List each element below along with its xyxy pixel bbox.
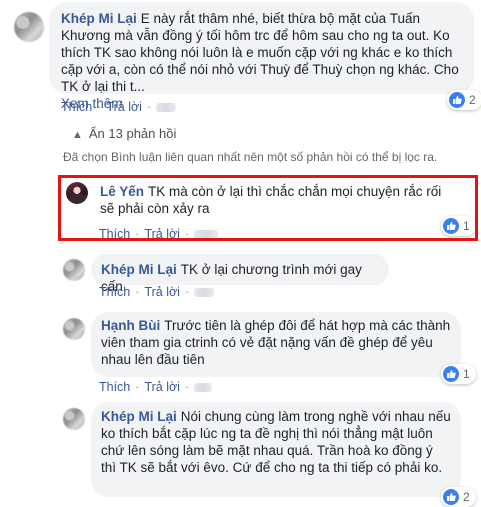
comment-author[interactable]: Khép Mi Lại [101,409,177,424]
like-button[interactable]: Thích [99,380,130,394]
timestamp[interactable] [194,383,213,393]
thumbs-up-icon [443,218,459,234]
thumbs-up-icon [449,92,465,108]
reaction-count[interactable]: 1 [441,364,476,384]
avatar[interactable] [66,182,88,204]
comment-actions: Thích · Trả lời · [61,100,177,114]
reaction-count[interactable]: 2 [447,90,481,110]
reaction-count[interactable]: 2 [441,487,476,507]
chevron-up-icon: ▲ [72,129,83,141]
reaction-count[interactable]: 1 [441,216,476,236]
comment-bubble: Hạnh Bùi Trước tiên là ghép đôi để hát hợ… [91,312,461,377]
avatar[interactable] [63,408,85,430]
hide-replies-label: Ẩn 13 phản hồi [88,126,177,141]
comment-bubble: Lê Yến TK mà còn ở lại thì chắc chắn mọi … [92,180,467,220]
like-button[interactable]: Thích [61,100,92,114]
timestamp[interactable] [156,103,177,113]
reaction-number: 2 [469,93,476,107]
avatar[interactable] [14,12,44,42]
thumbs-up-icon [443,366,459,382]
avatar[interactable] [63,259,85,281]
comment-actions: Thích · Trả lời · [99,285,215,299]
like-button[interactable]: Thích [99,285,130,299]
comment-actions: Thích · Trả lời · [99,227,219,241]
reply-button[interactable]: Trả lời [106,100,142,114]
timestamp[interactable] [194,230,219,240]
hide-replies-button[interactable]: ▲ Ẩn 13 phản hồi [72,126,176,141]
reaction-number: 1 [463,367,470,381]
comment-author[interactable]: Lê Yến [100,184,144,199]
reaction-number: 2 [463,490,470,504]
reply-button[interactable]: Trả lời [144,227,180,241]
comment-author[interactable]: Khép Mi Lại [101,262,177,277]
avatar[interactable] [63,318,85,340]
timestamp[interactable] [194,288,215,298]
comment-author[interactable]: Khép Mi Lại [61,11,137,26]
reply-button[interactable]: Trả lời [144,285,180,299]
like-button[interactable]: Thích [99,227,130,241]
reaction-number: 1 [463,219,470,233]
comment-text: TK mà còn ở lại thì chắc chắn mọi chuyện… [100,184,442,216]
comment-bubble: Khép Mi Lại TK ở lại chương trình mới gay… [91,254,389,294]
comment-actions: Thích · Trả lời · [99,380,213,394]
comment-author[interactable]: Hạnh Bùi [101,318,160,333]
comment-bubble: Khép Mi Lại Nói chung cùng làm trong nghề… [91,402,461,497]
filter-note: Đã chọn Bình luận liên quan nhất nên một… [63,150,438,164]
comment-bubble: Khép Mi Lại E này rắt thâm nhé, biết thừa… [49,2,474,111]
thumbs-up-icon [443,489,459,505]
reply-button[interactable]: Trả lời [144,380,180,394]
